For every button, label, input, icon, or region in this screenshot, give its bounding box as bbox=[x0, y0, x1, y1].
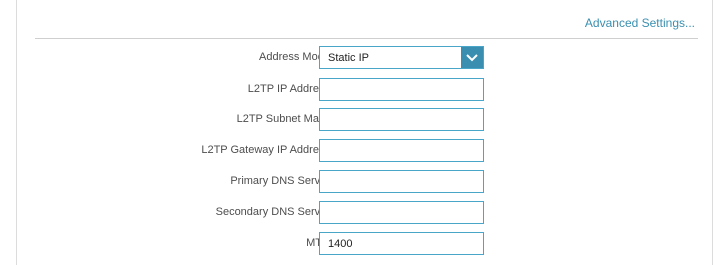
chevron-down-icon bbox=[466, 54, 478, 62]
l2tp-ip-input[interactable] bbox=[319, 78, 484, 101]
settings-panel: Advanced Settings... Address Mode: Stati… bbox=[16, 0, 713, 265]
l2tp-ip-row: L2TP IP Address: bbox=[17, 78, 714, 101]
primary-dns-row: Primary DNS Server: bbox=[17, 170, 714, 193]
mtu-row: MTU: bbox=[17, 232, 714, 255]
l2tp-subnet-row: L2TP Subnet Mask: bbox=[17, 108, 714, 131]
primary-dns-label: Primary DNS Server: bbox=[230, 175, 333, 187]
secondary-dns-input[interactable] bbox=[319, 201, 484, 224]
l2tp-gateway-row: L2TP Gateway IP Address: bbox=[17, 139, 714, 162]
address-mode-value: Static IP bbox=[328, 52, 369, 64]
dropdown-toggle[interactable] bbox=[461, 47, 483, 68]
primary-dns-input[interactable] bbox=[319, 170, 484, 193]
l2tp-gateway-label: L2TP Gateway IP Address: bbox=[201, 144, 333, 156]
address-mode-row: Address Mode: Static IP bbox=[17, 46, 714, 69]
address-mode-select[interactable]: Static IP bbox=[319, 46, 484, 69]
advanced-settings-link[interactable]: Advanced Settings... bbox=[585, 16, 695, 30]
divider bbox=[35, 38, 698, 39]
l2tp-gateway-input[interactable] bbox=[319, 139, 484, 162]
l2tp-subnet-input[interactable] bbox=[319, 108, 484, 131]
secondary-dns-label: Secondary DNS Server: bbox=[215, 206, 333, 218]
mtu-input[interactable] bbox=[319, 232, 484, 255]
secondary-dns-row: Secondary DNS Server: bbox=[17, 201, 714, 224]
